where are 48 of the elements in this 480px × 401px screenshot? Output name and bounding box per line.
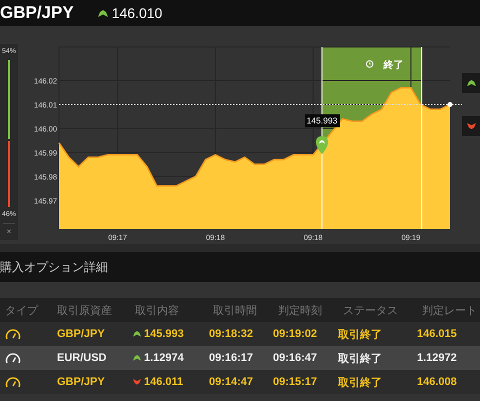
table-cell-text: 146.008 xyxy=(417,376,458,388)
table-cell-text: 取引終了 xyxy=(338,352,383,366)
trade-row[interactable]: EUR/USD 1.12974 09:16:17 09:16:47 取引終了 1.12972 xyxy=(0,346,480,370)
column-header: ステータス xyxy=(342,304,399,318)
column-header: タイプ xyxy=(4,304,40,318)
up-arrow-icon xyxy=(466,80,476,86)
trade-row[interactable]: GBP/JPY 146.011 09:14:47 09:15:17 取引終了 146.008 xyxy=(0,370,480,394)
expiry-label: 終了 xyxy=(384,60,404,71)
table-cell-text: 09:14:47 xyxy=(208,376,254,388)
table-cell-text: 09:18:32 xyxy=(208,328,254,340)
table-cell-text: GBP/JPY xyxy=(56,328,106,340)
column-header: 取引原資産 xyxy=(56,304,113,318)
table-cell-text: 取引終了 xyxy=(338,328,383,342)
low-button[interactable] xyxy=(462,116,480,136)
clock-icon xyxy=(366,60,374,68)
down-arrow-icon xyxy=(466,122,476,130)
gauge-icon xyxy=(5,328,21,340)
table-cell-text: GBP/JPY xyxy=(56,376,106,388)
table-cell-text: 09:16:47 xyxy=(273,352,318,364)
table-cell-text: 09:15:17 xyxy=(273,376,318,388)
up-arrow-icon xyxy=(133,331,141,337)
symbol-title: GBP/JPY xyxy=(0,3,74,23)
close-button[interactable]: × xyxy=(2,223,16,239)
table-cell: 146.011 xyxy=(144,376,184,388)
gauge-icon xyxy=(5,352,21,364)
entry-pin-icon xyxy=(316,136,328,154)
table-cell: 1.12974 xyxy=(144,352,184,364)
down-arrow-icon xyxy=(133,379,141,385)
current-price-dot xyxy=(448,102,452,107)
table-cell-text: EUR/USD xyxy=(56,352,108,364)
current-price: 146.010 xyxy=(112,5,162,21)
column-header: 判定時刻 xyxy=(277,304,323,318)
trade-row[interactable]: GBP/JPY 145.993 09:18:32 09:19:02 取引終了 146.015 xyxy=(0,322,480,346)
column-header: 取引内容 xyxy=(134,304,180,318)
column-header: 判定レート xyxy=(421,304,478,318)
up-arrow-icon xyxy=(98,10,108,16)
table-cell-text: 1.12972 xyxy=(417,352,458,364)
column-header: 取引時間 xyxy=(212,304,258,318)
gauge-icon xyxy=(5,376,21,388)
section-title: 購入オプション詳細 xyxy=(0,258,108,276)
price-tag: 145.993 xyxy=(304,114,340,128)
table-cell: 145.993 xyxy=(144,328,184,340)
table-cell-text: 09:19:02 xyxy=(273,328,318,340)
table-cell-text: 09:16:17 xyxy=(208,352,254,364)
high-button[interactable] xyxy=(462,73,480,93)
up-arrow-icon xyxy=(133,355,141,361)
table-cell-text: 取引終了 xyxy=(338,376,383,390)
table-cell-text: 146.015 xyxy=(417,328,458,340)
